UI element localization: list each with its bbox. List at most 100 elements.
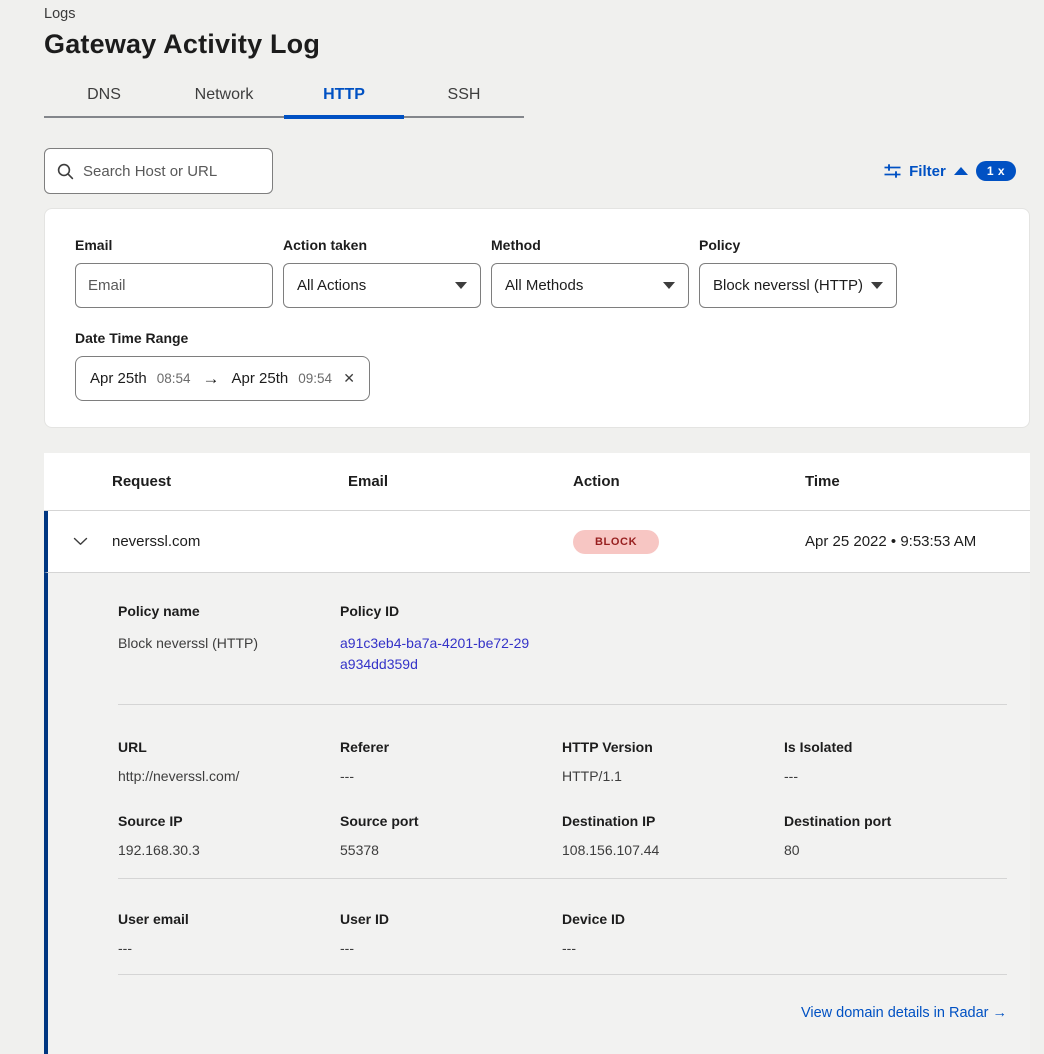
date-range-label: Date Time Range (75, 330, 999, 346)
filter-label: Filter (909, 163, 946, 180)
row-expander[interactable] (48, 537, 112, 546)
policy-label: Policy (699, 237, 897, 253)
detail-policy-section: Policy name Block neverssl (HTTP) Policy… (118, 603, 1007, 675)
date-start: Apr 25th (90, 370, 147, 387)
breadcrumb: Logs (44, 4, 1030, 22)
row-request: neverssl.com (112, 533, 348, 550)
detail-field-empty (784, 911, 1007, 957)
col-action: Action (573, 473, 805, 490)
filter-field-method: Method All Methods (491, 237, 689, 308)
activity-table: Request Email Action Time neverssl.com B… (44, 453, 1030, 1054)
detail-user-section: User email --- User ID --- Device ID --- (118, 911, 1007, 957)
chevron-down-icon (871, 282, 883, 289)
filter-toggle[interactable]: Filter 1 x (884, 161, 1016, 181)
detail-field-url: URL http://neverssl.com/ (118, 739, 340, 785)
policy-id-label: Policy ID (340, 603, 562, 619)
method-label: Method (491, 237, 689, 253)
action-label: Action taken (283, 237, 481, 253)
email-label: Email (75, 237, 273, 253)
field-label: Source port (340, 813, 562, 829)
table-header-row: Request Email Action Time (44, 453, 1030, 511)
radar-link[interactable]: View domain details in Radar → (801, 1005, 1007, 1021)
col-request: Request (112, 473, 348, 490)
caret-up-icon (954, 167, 968, 175)
method-select[interactable]: All Methods (491, 263, 689, 308)
row-detail-panel: Policy name Block neverssl (HTTP) Policy… (44, 573, 1030, 1054)
detail-field-source-port: Source port 55378 (340, 813, 562, 859)
divider (118, 878, 1007, 879)
policy-id-cell: Policy ID a91c3eb4-ba7a-4201-be72-29a934… (340, 603, 562, 675)
filter-sliders-icon (884, 163, 901, 179)
field-label: User email (118, 911, 340, 927)
filter-fields-row: Email Action taken All Actions Method Al… (75, 237, 999, 308)
field-value: 55378 (340, 842, 562, 859)
date-range-picker[interactable]: Apr 25th 08:54 → Apr 25th 09:54 ✕ (75, 356, 370, 401)
policy-name-value: Block neverssl (HTTP) (118, 633, 340, 654)
policy-id-link[interactable]: a91c3eb4-ba7a-4201-be72-29a934dd359d (340, 633, 536, 675)
search-icon (57, 163, 74, 180)
tab-http[interactable]: HTTP (284, 75, 404, 116)
policy-name-cell: Policy name Block neverssl (HTTP) (118, 603, 340, 675)
field-label: Referer (340, 739, 562, 755)
block-status-badge: BLOCK (573, 530, 659, 554)
detail-field-device-id: Device ID --- (562, 911, 784, 957)
field-label: URL (118, 739, 340, 755)
detail-http-section: URL http://neverssl.com/ Referer --- HTT… (118, 739, 1007, 785)
radar-link-row: View domain details in Radar → (118, 1004, 1007, 1022)
col-email: Email (348, 473, 573, 490)
field-label: Device ID (562, 911, 784, 927)
action-select[interactable]: All Actions (283, 263, 481, 308)
policy-name-label: Policy name (118, 603, 340, 619)
range-arrow-icon: → (201, 369, 222, 389)
date-end: Apr 25th (232, 370, 289, 387)
field-label: User ID (340, 911, 562, 927)
filter-panel: Email Action taken All Actions Method Al… (44, 208, 1030, 428)
detail-field-is-isolated: Is Isolated --- (784, 739, 1007, 785)
tab-ssh[interactable]: SSH (404, 75, 524, 116)
tab-bar: DNS Network HTTP SSH (44, 75, 524, 118)
time-start: 08:54 (157, 371, 191, 386)
search-input[interactable] (83, 163, 260, 180)
search-box[interactable] (44, 148, 273, 194)
detail-field-http-version: HTTP Version HTTP/1.1 (562, 739, 784, 785)
detail-field-source-ip: Source IP 192.168.30.3 (118, 813, 340, 859)
field-value: --- (340, 768, 562, 785)
field-value: 192.168.30.3 (118, 842, 340, 859)
row-time: Apr 25 2022 • 9:53:53 AM (805, 533, 1030, 550)
page-content: Logs Gateway Activity Log DNS Network HT… (44, 0, 1030, 1054)
col-time: Time (805, 473, 1030, 490)
detail-field-referer: Referer --- (340, 739, 562, 785)
toolbar: Filter 1 x (44, 148, 1030, 194)
field-label: Source IP (118, 813, 340, 829)
detail-field-user-email: User email --- (118, 911, 340, 957)
filter-field-email: Email (75, 237, 273, 308)
divider (118, 704, 1007, 705)
policy-select[interactable]: Block neverssl (HTTP) (699, 263, 897, 308)
detail-network-section: Source IP 192.168.30.3 Source port 55378… (118, 813, 1007, 859)
field-value: --- (340, 940, 562, 957)
divider (118, 974, 1007, 975)
chevron-down-icon (73, 537, 88, 546)
action-select-value: All Actions (297, 277, 366, 294)
tab-network[interactable]: Network (164, 75, 284, 116)
field-value: 108.156.107.44 (562, 842, 784, 859)
tab-dns[interactable]: DNS (44, 75, 164, 116)
email-field[interactable] (75, 263, 273, 308)
detail-field-user-id: User ID --- (340, 911, 562, 957)
field-label: Is Isolated (784, 739, 1007, 755)
chevron-down-icon (455, 282, 467, 289)
field-value: HTTP/1.1 (562, 768, 784, 785)
method-select-value: All Methods (505, 277, 583, 294)
detail-field-destination-port: Destination port 80 (784, 813, 1007, 859)
policy-select-value: Block neverssl (HTTP) (713, 277, 863, 294)
clear-date-icon[interactable]: ✕ (343, 370, 355, 387)
row-action: BLOCK (573, 530, 805, 554)
filter-count-badge[interactable]: 1 x (976, 161, 1016, 181)
page-title: Gateway Activity Log (44, 29, 1030, 60)
filter-field-policy: Policy Block neverssl (HTTP) (699, 237, 897, 308)
field-label: Destination IP (562, 813, 784, 829)
table-row[interactable]: neverssl.com BLOCK Apr 25 2022 • 9:53:53… (44, 511, 1030, 573)
time-end: 09:54 (298, 371, 332, 386)
chevron-down-icon (663, 282, 675, 289)
detail-field-destination-ip: Destination IP 108.156.107.44 (562, 813, 784, 859)
